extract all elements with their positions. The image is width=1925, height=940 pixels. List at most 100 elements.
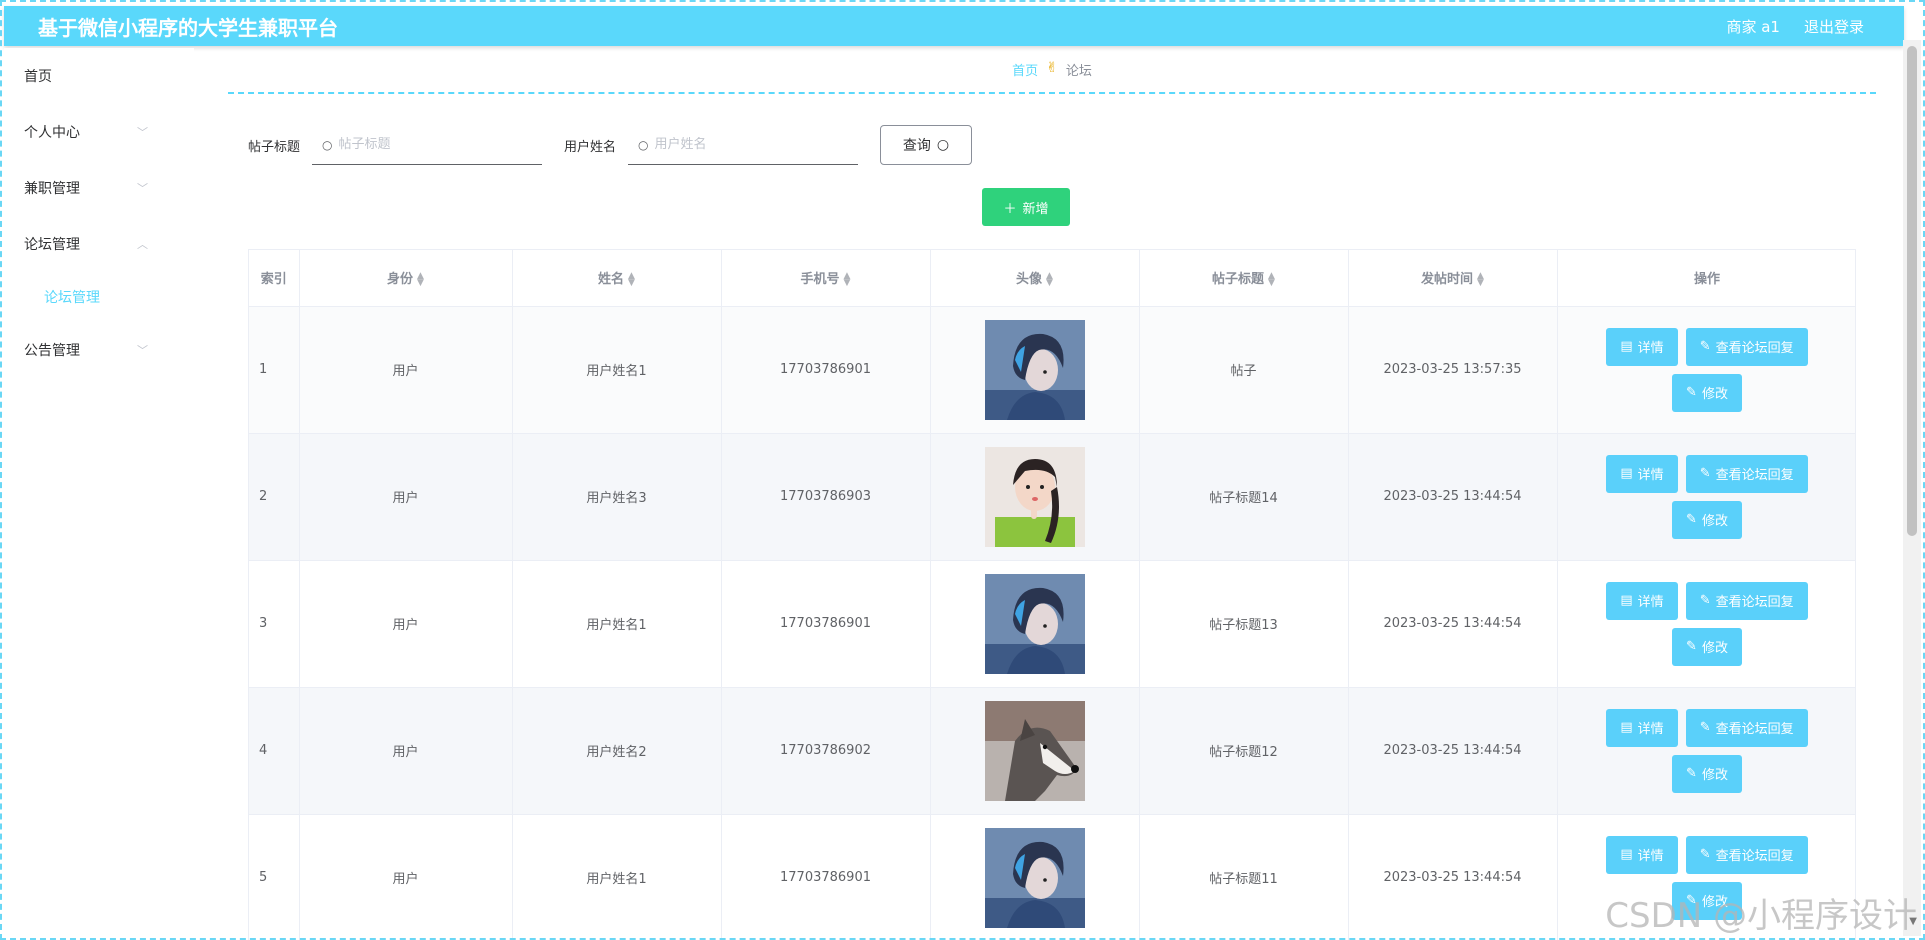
sidebar-item-label: 个人中心 [24,125,80,141]
col-header-name[interactable]: 姓名 ▲ ▼ [512,250,722,307]
avatar-dog-image [984,700,1085,801]
edit-pen-icon: ✎ [1699,593,1711,608]
view-replies-button[interactable]: ✎ 查看论坛回复 [1685,581,1808,620]
breadcrumb: 首页 ✌ 论坛 [228,60,1876,94]
sidebar-subitem-forum-management[interactable]: 论坛管理 [4,272,194,322]
col-header-index: 索引 [249,250,300,307]
name-filter-input[interactable] [654,137,845,152]
sort-icon[interactable]: ▲ ▼ [1477,271,1484,287]
avatar-anime-image [984,319,1085,420]
col-header-time[interactable]: 发帖时间 ▲ ▼ [1348,250,1558,307]
chevron-up-icon: ︿ [137,238,148,251]
edit-pen-icon: ✎ [1699,720,1711,735]
app-title: 基于微信小程序的大学生兼职平台 [38,15,338,40]
cell-time: 2023-03-25 13:44:54 [1348,560,1558,688]
view-replies-button[interactable]: ✎ 查看论坛回复 [1685,708,1808,747]
cell-actions: ▤ 详情 ✎ 查看论坛回复 ✎ 修改 [1557,306,1855,434]
cell-avatar [930,814,1140,940]
cell-actions: ▤ 详情 ✎ 查看论坛回复 ✎ 修改 [1557,560,1855,688]
cell-actions: ▤ 详情 ✎ 查看论坛回复 ✎ 修改 [1557,687,1855,815]
add-button[interactable]: ＋ 新增 [982,188,1070,226]
sidebar-item-label: 公告管理 [24,343,80,359]
cell-phone: 17703786901 [721,814,931,940]
cell-title: 帖子标题12 [1139,687,1349,815]
search-icon: ○ [936,137,950,153]
sidebar-item-notice-management[interactable]: 公告管理 ﹀ [4,322,194,378]
edit-button[interactable]: ✎ 修改 [1672,754,1742,793]
cell-title: 帖子标题14 [1139,433,1349,561]
cell-role: 用户 [299,814,513,940]
cell-avatar [930,433,1140,561]
sort-icon[interactable]: ▲ ▼ [1046,271,1053,287]
sort-icon[interactable]: ▲ ▼ [844,271,851,287]
cell-avatar [930,306,1140,434]
cell-time: 2023-03-25 13:44:54 [1348,814,1558,940]
detail-button[interactable]: ▤ 详情 [1606,581,1678,620]
view-replies-button[interactable]: ✎ 查看论坛回复 [1685,835,1808,874]
cell-time: 2023-03-25 13:44:54 [1348,433,1558,561]
col-header-title[interactable]: 帖子标题 ▲ ▼ [1139,250,1349,307]
view-replies-button[interactable]: ✎ 查看论坛回复 [1685,327,1808,366]
edit-pen-icon: ✎ [1686,639,1697,654]
document-icon: ▤ [1620,593,1633,608]
cell-index: 5 [249,814,300,940]
sidebar-item-personal-center[interactable]: 个人中心 ﹀ [4,104,194,160]
edit-button[interactable]: ✎ 修改 [1672,373,1742,412]
sort-icon[interactable]: ▲ ▼ [1268,271,1275,287]
search-icon: ○ [638,137,649,152]
logout-link[interactable]: 退出登录 [1804,16,1864,37]
col-header-avatar[interactable]: 头像 ▲ ▼ [930,250,1140,307]
sort-icon[interactable]: ▲ ▼ [628,271,635,287]
cell-title: 帖子 [1139,306,1349,434]
table-row: 2 用户 用户姓名3 17703786903 帖子标题14 2023-03-25 13:4… [249,433,1855,561]
cell-name: 用户姓名1 [512,306,722,434]
table-header-row: 索引 身份 ▲ ▼ 姓名 ▲ ▼ 手机号 ▲ ▼ 头像 ▲ ▼ 帖子标题 ▲ ▼ 发帖时间 ▲ ▼ 操作 [249,250,1855,307]
sort-icon[interactable]: ▲ ▼ [417,271,424,287]
table-row: 3 用户 用户姓名1 17703786901 帖子标题13 2023-03-25 13:4… [249,560,1855,688]
cell-actions: ▤ 详情 ✎ 查看论坛回复 ✎ 修改 [1557,433,1855,561]
sidebar-item-home[interactable]: 首页 [4,48,194,104]
cell-phone: 17703786901 [721,560,931,688]
sidebar-item-label: 兼职管理 [24,181,80,197]
sidebar: 首页 个人中心 ﹀ 兼职管理 ﹀ 论坛管理 ︿ 论坛管理 公告管理 ﹀ [4,48,194,938]
avatar-anime-image [984,827,1085,928]
search-bar: 帖子标题 ○ 用户姓名 ○ 查询 ○ [248,124,973,166]
avatar-girl-image [984,446,1085,547]
chevron-down-icon: ﹀ [137,344,148,357]
cell-index: 3 [249,560,300,688]
detail-button[interactable]: ▤ 详情 [1606,454,1678,493]
chevron-down-icon: ﹀ [137,182,148,195]
edit-pen-icon: ✎ [1686,512,1697,527]
col-header-phone[interactable]: 手机号 ▲ ▼ [721,250,931,307]
cell-name: 用户姓名1 [512,560,722,688]
edit-pen-icon: ✎ [1686,766,1697,781]
sidebar-item-label: 首页 [24,69,52,85]
cell-phone: 17703786901 [721,306,931,434]
query-button[interactable]: 查询 ○ [880,125,973,165]
sidebar-item-job-management[interactable]: 兼职管理 ﹀ [4,160,194,216]
sidebar-item-forum-management[interactable]: 论坛管理 ︿ [4,216,194,272]
cell-role: 用户 [299,306,513,434]
name-filter-field: ○ [628,125,859,165]
cell-phone: 17703786903 [721,433,931,561]
current-user: 商家 a1 [1726,17,1780,36]
detail-button[interactable]: ▤ 详情 [1606,327,1678,366]
view-replies-button[interactable]: ✎ 查看论坛回复 [1685,454,1808,493]
edit-button[interactable]: ✎ 修改 [1672,627,1742,666]
document-icon: ▤ [1620,339,1633,354]
edit-button[interactable]: ✎ 修改 [1672,500,1742,539]
scrollbar-thumb[interactable] [1907,46,1917,536]
detail-button[interactable]: ▤ 详情 [1606,708,1678,747]
header-actions: 商家 a1 退出登录 [1726,16,1864,37]
breadcrumb-home[interactable]: 首页 [1012,60,1038,79]
cell-avatar [930,687,1140,815]
title-filter-input[interactable] [338,137,529,152]
col-header-role[interactable]: 身份 ▲ ▼ [299,250,513,307]
detail-button[interactable]: ▤ 详情 [1606,835,1678,874]
edit-pen-icon: ✎ [1699,339,1711,354]
cell-role: 用户 [299,433,513,561]
sidebar-subitem-label: 论坛管理 [44,290,100,306]
cell-index: 2 [249,433,300,561]
title-filter-field: ○ [312,125,543,165]
plus-icon: ＋ [1003,201,1017,217]
